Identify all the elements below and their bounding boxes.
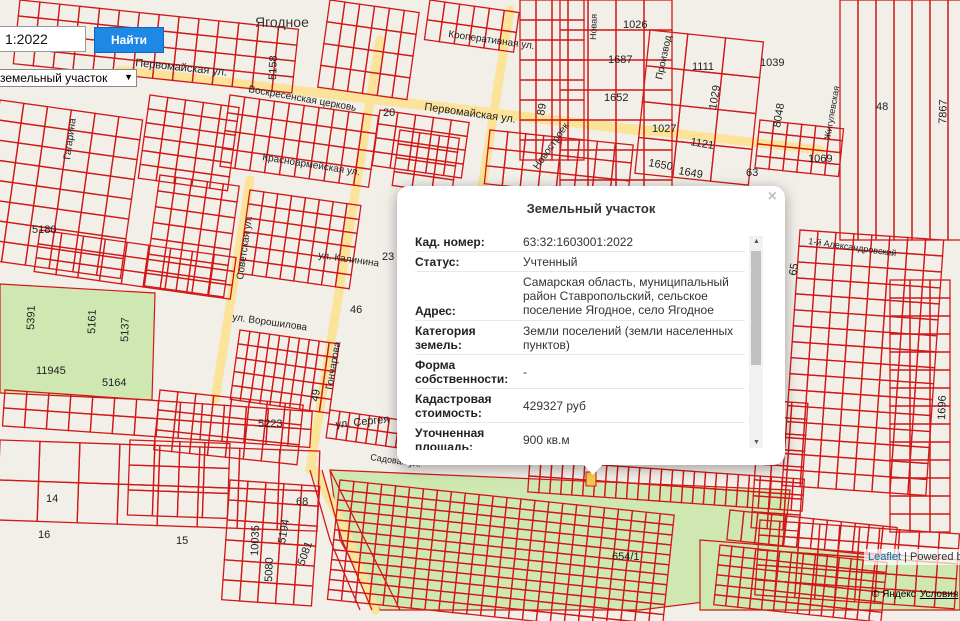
- search-input[interactable]: 1:2022: [0, 26, 86, 52]
- info-row-value: 900 кв.м: [523, 432, 570, 447]
- parcel-number: 1026: [623, 19, 647, 31]
- info-row-label: Уточненная площадь:: [415, 426, 485, 450]
- info-row-value: -: [523, 364, 527, 379]
- scrollbar-thumb[interactable]: [751, 251, 761, 365]
- info-row-label: Категория земель:: [415, 324, 476, 352]
- info-row: Форма собственности: -: [415, 355, 745, 389]
- parcel-number: 16: [38, 529, 50, 541]
- info-row: Статус: Учтенный: [415, 252, 745, 272]
- street-label: Новая: [588, 14, 599, 41]
- info-row: Категория земель: Земли поселений (земли …: [415, 321, 745, 355]
- parcel-number: 1652: [604, 92, 628, 104]
- terms-link[interactable]: Условия: [920, 589, 959, 600]
- parcel-number: 1696: [936, 395, 949, 420]
- info-row-value: Земли поселений (земли населенных пункто…: [523, 323, 734, 352]
- parcel-number: 20: [383, 107, 395, 119]
- info-row-value: 429327 руб: [523, 398, 586, 413]
- parcel-number: 49: [309, 388, 323, 402]
- info-row-label: Кадастровая стоимость:: [415, 392, 492, 420]
- popup-title: Земельный участок: [526, 201, 656, 216]
- parcel-number: 1687: [608, 54, 632, 66]
- parcel-number: 1111: [692, 61, 714, 73]
- scroll-up-icon[interactable]: ▲: [753, 238, 760, 245]
- parcel-number: 7867: [937, 99, 950, 124]
- parcel-number: 10035: [249, 525, 262, 556]
- info-row: Адрес: Самарская область, муниципальный р…: [415, 272, 745, 321]
- info-row: Уточненная площадь: 900 кв.м: [415, 423, 745, 450]
- info-row: Кадастровая стоимость: 429327 руб: [415, 389, 745, 423]
- parcel-number: 48: [876, 101, 888, 113]
- parcel-number: 1027: [652, 123, 676, 135]
- object-type-select[interactable]: земельный участок ▼: [0, 69, 137, 87]
- parcel-number: 68: [296, 496, 308, 508]
- parcel-number: 1039: [760, 57, 784, 69]
- parcel-number: 5164: [102, 377, 126, 389]
- parcel-number: 5137: [119, 317, 132, 342]
- scrollbar[interactable]: ▲ ▼: [749, 236, 763, 448]
- parcel-info-popup: × Земельный участок Кад. номер: 63:32:160…: [397, 186, 785, 475]
- chevron-down-icon: ▼: [124, 72, 133, 82]
- info-row-label: Статус:: [415, 255, 460, 269]
- parcel-number: 65: [787, 262, 801, 276]
- popup-body[interactable]: Кад. номер: 63:32:1603001:2022 Статус: Учте…: [415, 232, 763, 450]
- parcel-number: 5391: [25, 305, 38, 330]
- parcel-number: 5158: [267, 55, 280, 80]
- place-label: Ягодное: [255, 14, 309, 30]
- leaflet-link[interactable]: Leaflet: [868, 551, 901, 563]
- parcel-number: 11945: [36, 365, 66, 377]
- parcel-number: 1069: [808, 153, 832, 165]
- parcel-number: 23: [382, 251, 394, 263]
- info-row-label: Кад. номер:: [415, 235, 485, 249]
- parcel-number: 5180: [32, 224, 56, 236]
- parcel-number: 5161: [86, 309, 99, 334]
- parcel-number: 63: [746, 167, 758, 179]
- info-row-value: Самарская область, муниципальный район С…: [523, 275, 729, 317]
- parcel-number: 654/1: [612, 551, 640, 563]
- powered-by-text: Powered by: [910, 551, 960, 563]
- parcel-number: 5223: [258, 418, 282, 430]
- object-type-select-value: земельный участок: [0, 71, 108, 85]
- info-row: Кад. номер: 63:32:1603001:2022: [415, 232, 745, 252]
- parcel-number: 14: [46, 493, 58, 505]
- parcel-number: 15: [176, 535, 188, 547]
- scroll-down-icon[interactable]: ▼: [753, 439, 760, 446]
- info-row-value: Учтенный: [523, 254, 578, 269]
- parcel-number: 5080: [263, 557, 276, 582]
- info-row-label: Форма собственности:: [415, 358, 509, 386]
- info-row-value: 63:32:1603001:2022: [523, 234, 634, 249]
- search-button[interactable]: Найти: [94, 27, 164, 53]
- yandex-attribution: © Яндекс Условия: [872, 589, 958, 600]
- info-row-label: Адрес:: [415, 304, 456, 318]
- map-attribution: Leaflet | Powered by: [864, 549, 960, 565]
- parcel-number: 46: [350, 304, 362, 316]
- parcel-number: 89: [535, 102, 549, 116]
- yandex-copyright: © Яндекс: [872, 589, 916, 600]
